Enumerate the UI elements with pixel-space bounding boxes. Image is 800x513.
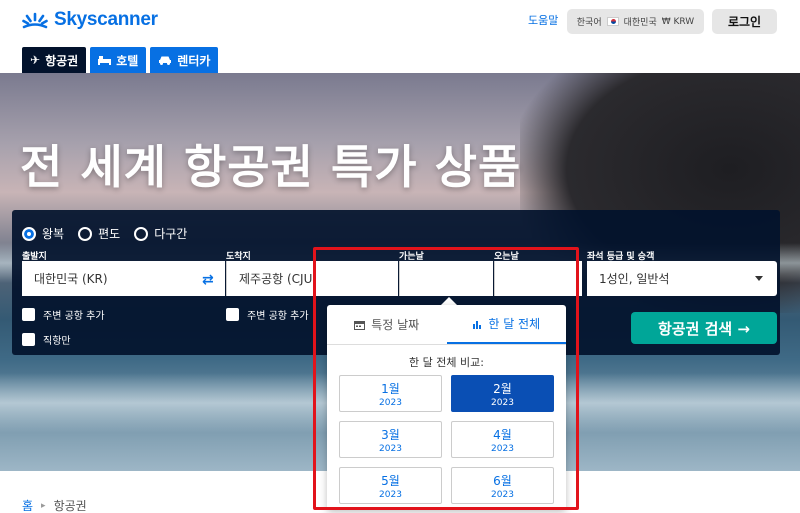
month-label: 6월 [493,473,512,488]
nearby-from-checkbox[interactable]: 주변 공항 추가 [22,307,105,322]
trip-type-multi-city[interactable]: 다구간 [134,225,187,242]
year-label: 2023 [491,397,514,408]
caret-down-icon [755,276,763,281]
tab-whole-month-label: 한 달 전체 [488,317,541,331]
breadcrumb-current: 항공권 [53,499,87,513]
locale-selector[interactable]: 한국어 대한민국 ₩ KRW [567,9,704,34]
month-label: 5월 [381,473,400,488]
trip-type-selector: 왕복 편도 다구간 [22,225,187,242]
help-link[interactable]: 도움말 [528,12,558,28]
swap-airports-icon[interactable]: ⇄ [202,272,214,288]
month-compare-subtitle: 한 달 전체 비교: [409,356,484,369]
year-label: 2023 [379,443,402,454]
tab-hotels-label: 호텔 [116,53,139,68]
breadcrumb-home-link[interactable]: 홈 [22,497,33,513]
return-date-input[interactable] [494,261,582,296]
radio-selected-icon [22,226,36,241]
trip-type-one-way[interactable]: 편도 [78,225,120,242]
skyscanner-logo[interactable]: Skyscanner [22,9,158,31]
checkbox-icon [226,308,239,321]
plane-icon: ✈ [30,53,41,67]
tab-flights[interactable]: ✈ 항공권 [22,47,87,73]
country-label: 대한민국 [623,18,657,28]
date-picker-popover: 특정 날짜 한 달 전체 한 달 전체 비교: 1월 2023 2월 2023 … [327,305,566,510]
from-value: 대한민국 (KR) [34,272,108,286]
year-label: 2023 [491,489,514,500]
radio-icon [134,226,149,241]
to-input[interactable]: 제주공항 (CJU [226,261,398,296]
month-label: 4월 [493,427,512,442]
hero-title: 전 세계 항공권 특가 상품 [20,140,522,194]
year-label: 2023 [379,397,402,408]
tab-flights-label: 항공권 [45,53,79,68]
calendar-icon [354,320,366,330]
month-label: 1월 [381,381,400,396]
nearby-to-checkbox[interactable]: 주변 공항 추가 [226,307,309,322]
month-option[interactable]: 6월 2023 [451,467,554,504]
sunrise-logo-icon [22,12,48,29]
month-grid: 1월 2023 2월 2023 3월 2023 4월 2023 5월 2023 … [339,375,554,504]
date-mode-tabs: 특정 날짜 한 달 전체 [327,305,566,345]
top-header: Skyscanner 도움말 한국어 대한민국 ₩ KRW 로그인 ✈ 항공권 … [0,0,800,74]
year-label: 2023 [379,489,402,500]
depart-date-input[interactable] [399,261,493,296]
direct-only-label: 직항만 [43,336,71,347]
breadcrumb: 홈 ▸ 항공권 [22,497,87,513]
month-option[interactable]: 4월 2023 [451,421,554,458]
language-label: 한국어 [576,18,602,28]
product-tabs: ✈ 항공권 호텔 렌터카 [22,47,219,73]
cabin-value: 1성인, 일반석 [599,272,670,286]
to-value: 제주공항 (CJU [239,272,313,286]
chevron-right-icon: ▸ [41,500,46,511]
tab-specific-date-label: 특정 날짜 [371,318,420,332]
trip-type-return-label: 왕복 [42,227,65,241]
checkbox-icon [22,308,35,321]
month-option[interactable]: 3월 2023 [339,421,442,458]
login-button[interactable]: 로그인 [712,9,777,34]
car-icon [159,56,172,65]
bar-chart-icon [473,320,482,329]
tab-car-hire[interactable]: 렌터카 [150,47,219,73]
month-label: 2월 [493,381,512,396]
cabin-passenger-selector[interactable]: 1성인, 일반석 [587,261,777,296]
logo-text: Skyscanner [54,9,158,30]
currency-label: ₩ KRW [661,16,695,27]
tab-car-hire-label: 렌터카 [177,53,211,68]
month-option-selected[interactable]: 2월 2023 [451,375,554,412]
checkbox-icon [22,333,35,346]
radio-icon [78,226,93,241]
tab-whole-month[interactable]: 한 달 전체 [446,305,566,344]
bed-icon [98,56,112,65]
direct-only-checkbox[interactable]: 직항만 [22,332,71,347]
nearby-from-label: 주변 공항 추가 [43,311,105,322]
trip-type-multi-city-label: 다구간 [154,227,188,241]
nearby-to-label: 주변 공항 추가 [247,311,309,322]
korea-flag-icon [606,17,619,26]
search-flights-button[interactable]: 항공권 검색 → [631,312,777,344]
month-option[interactable]: 1월 2023 [339,375,442,412]
month-label: 3월 [381,427,400,442]
trip-type-one-way-label: 편도 [98,227,121,241]
month-option[interactable]: 5월 2023 [339,467,442,504]
from-input[interactable]: 대한민국 (KR) [22,261,225,296]
tab-specific-date[interactable]: 특정 날짜 [327,305,447,344]
tab-hotels[interactable]: 호텔 [90,47,147,73]
trip-type-return[interactable]: 왕복 [22,225,64,242]
year-label: 2023 [491,443,514,454]
